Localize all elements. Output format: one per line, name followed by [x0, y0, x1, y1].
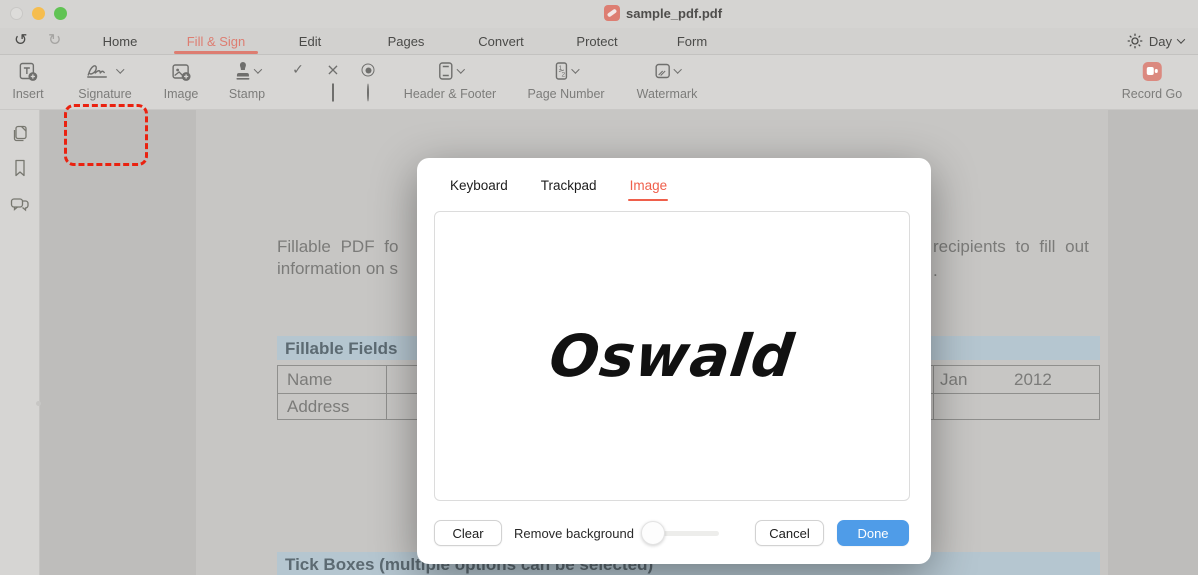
table-column-divider [933, 366, 934, 419]
page-paragraph-line1-right: recipients to fill out [933, 237, 1089, 256]
left-sidebar [0, 110, 40, 575]
ribbon-toolbar: Insert Signature Image Stamp ✓ × Header … [0, 55, 1198, 166]
image-button[interactable]: Image [163, 55, 199, 110]
ribbon-tab-bar: ↺ ↻ Home Fill & Sign Edit Pages Convert … [0, 28, 1198, 55]
chevron-down-icon [456, 65, 465, 74]
insert-label: Insert [12, 87, 44, 101]
checkmark-field-button[interactable]: ✓ [292, 63, 304, 77]
fillable-fields-header: Fillable Fields [285, 339, 398, 358]
table-column-divider [386, 366, 387, 419]
page-number-button[interactable]: 1 2 Page Number [527, 55, 605, 110]
comments-icon[interactable] [9, 196, 30, 213]
signature-button[interactable]: Signature [78, 55, 132, 110]
signature-preview: Oswald [545, 322, 799, 390]
insert-button[interactable]: Insert [12, 55, 44, 110]
dialog-tab-trackpad[interactable]: Trackpad [541, 178, 597, 201]
remove-background-label: Remove background [514, 526, 634, 541]
tab-edit[interactable]: Edit [299, 34, 321, 49]
header-footer-button[interactable]: Header & Footer [404, 55, 496, 110]
stamp-button[interactable]: Stamp [229, 55, 265, 110]
active-tab-underline [174, 51, 258, 54]
watermark-icon [655, 63, 670, 79]
page-thumbnails-icon[interactable] [10, 124, 29, 143]
chevron-down-icon [673, 65, 682, 74]
record-label: Record Go [1121, 87, 1183, 101]
stamp-label: Stamp [228, 87, 266, 101]
signature-dialog-tabs: Keyboard Trackpad Image [450, 178, 667, 201]
signature-icon [87, 65, 108, 78]
chevron-down-icon [116, 65, 125, 74]
watermark-label: Watermark [636, 87, 698, 101]
insert-text-icon [19, 62, 38, 81]
tab-home[interactable]: Home [103, 34, 138, 49]
signature-canvas[interactable]: Oswald [434, 211, 910, 501]
sun-icon [1127, 33, 1143, 49]
header-footer-icon [438, 62, 453, 80]
table-cell-year[interactable]: 2012 [1014, 370, 1052, 390]
title-bar: sample_pdf.pdf [0, 0, 1198, 28]
table-cell-address: Address [287, 397, 350, 416]
tab-form[interactable]: Form [677, 34, 707, 49]
square-field-button[interactable] [332, 83, 334, 102]
pdf-file-icon [604, 5, 620, 21]
record-camera-icon [1142, 61, 1162, 81]
circle-field-button[interactable] [367, 83, 369, 102]
svg-text:2: 2 [562, 72, 566, 79]
signature-dialog: Keyboard Trackpad Image Oswald Clear Rem… [417, 158, 931, 564]
page-paragraph-line2-left: information on s [277, 259, 398, 278]
radio-filled-icon [361, 63, 375, 77]
clear-button[interactable]: Clear [434, 520, 502, 546]
app-window: sample_pdf.pdf ↺ ↻ Home Fill & Sign Edit… [0, 0, 1198, 575]
sidebar-resize-handle[interactable] [36, 401, 41, 406]
page-number-icon: 1 2 [555, 62, 568, 80]
remove-background-slider[interactable] [641, 520, 721, 546]
page-paragraph-line1-left: Fillable PDF fo [277, 237, 399, 256]
table-cell-month[interactable]: Jan [940, 370, 967, 390]
tab-convert[interactable]: Convert [478, 34, 524, 49]
radio-filled-field-button[interactable] [361, 63, 375, 77]
signature-label: Signature [78, 87, 132, 101]
done-button[interactable]: Done [837, 520, 909, 546]
theme-dropdown[interactable]: Day [1127, 33, 1186, 49]
circle-icon [367, 83, 369, 102]
redo-icon[interactable]: ↻ [48, 30, 61, 49]
table-cell-name: Name [287, 370, 333, 389]
stamp-icon [235, 61, 249, 80]
page-paragraph-line2-right: . [933, 261, 938, 280]
slider-knob[interactable] [641, 521, 665, 545]
record-button[interactable]: Record Go [1122, 55, 1182, 110]
theme-label: Day [1148, 33, 1172, 49]
undo-icon[interactable]: ↺ [14, 30, 27, 49]
tab-protect[interactable]: Protect [576, 34, 617, 49]
chevron-down-icon [253, 65, 262, 74]
close-window-button[interactable] [10, 7, 23, 20]
window-title: sample_pdf.pdf [626, 5, 723, 21]
tab-pages[interactable]: Pages [388, 34, 425, 49]
chevron-down-icon [571, 65, 580, 74]
minimize-window-button[interactable] [32, 7, 45, 20]
image-icon [172, 63, 191, 81]
header-footer-label: Header & Footer [403, 87, 497, 101]
cancel-button[interactable]: Cancel [755, 520, 824, 546]
zoom-window-button[interactable] [54, 7, 67, 20]
image-label: Image [163, 87, 199, 101]
bookmarks-icon[interactable] [12, 158, 28, 178]
dialog-tab-image[interactable]: Image [630, 178, 668, 201]
page-number-label: Page Number [527, 87, 605, 101]
watermark-button[interactable]: Watermark [636, 55, 698, 110]
tab-fill-and-sign[interactable]: Fill & Sign [187, 34, 246, 49]
window-title-group: sample_pdf.pdf [604, 5, 722, 21]
square-icon [332, 83, 334, 102]
dialog-footer: Clear Remove background Cancel Done [417, 520, 931, 548]
chevron-down-icon [1176, 35, 1186, 44]
cross-field-button[interactable]: × [326, 62, 339, 78]
dialog-tab-keyboard[interactable]: Keyboard [450, 178, 508, 201]
